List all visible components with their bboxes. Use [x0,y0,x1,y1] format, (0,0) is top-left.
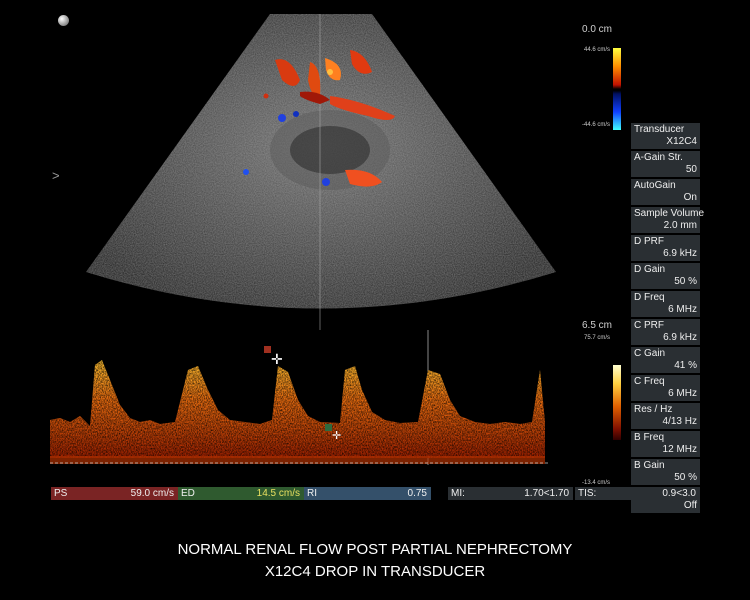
ed-marker [325,424,332,431]
param-value: 6.9 kHz [663,248,697,259]
param-d-gain: D Gain 50 % [631,263,700,290]
ed-cursor-icon[interactable]: ✛ [332,429,341,443]
param-d-freq: D Freq 6 MHz [631,291,700,318]
param-value: 50 % [674,472,697,483]
param-value: 41 % [674,360,697,371]
spectral-scale-max: 75.7 cm/s [583,335,610,341]
param-value: 6.9 kHz [663,332,697,343]
ri-value: 0.75 [407,488,427,499]
mi-value: 1.70<1.70 [524,488,569,499]
tis-value: 0.9<3.0 [662,488,696,499]
param-value: On [683,192,697,203]
param-value: 4/13 Hz [662,416,697,427]
caption-line-2: X12C4 DROP IN TRANSDUCER [264,563,486,580]
ps-marker [264,346,271,353]
spectral-color-bar [613,365,621,440]
ri-measurement: RI 0.75 [304,487,431,500]
param-autogain: AutoGain On [631,179,700,206]
parameter-panel: Transducer X12C4 A-Gain Str. 50 AutoGain On Sa… [631,123,705,515]
param-res-hz: Res / Hz 4/13 Hz [631,403,700,430]
param-value: 6 MHz [668,388,697,399]
param-c-prf: C PRF 6.9 kHz [631,319,700,346]
bmode-image [86,14,556,330]
param-label: C Gain [634,348,666,359]
param-a-gain-str: A-Gain Str. 50 [631,151,700,178]
param-value: 50 % [674,276,697,287]
param-label: A-Gain Str. [634,152,683,163]
pointer-icon: > [52,168,60,183]
color-scale-min: -44.6 cm/s [581,122,610,128]
param-label: D Gain [634,264,666,275]
caption-line-1: NORMAL RENAL FLOW POST PARTIAL NEPHRECTO… [177,541,573,558]
param-value: X12C4 [666,136,697,147]
param-label: D PRF [634,236,664,247]
param-value: 6 MHz [668,304,697,315]
mi-readout: MI: 1.70<1.70 [448,487,573,500]
param-c-gain: C Gain 41 % [631,347,700,374]
param-label: B Gain [634,460,665,471]
ed-measurement: ED 14.5 cm/s [178,487,304,500]
ed-label: ED [181,488,195,499]
param-label: Sample Volume [634,208,705,219]
ed-value: 14.5 cm/s [256,488,300,499]
depth-bottom-label: 6.5 cm [581,320,612,331]
depth-top-label: 0.0 cm [581,24,612,35]
ps-value: 59.0 cm/s [130,488,174,499]
param-sample-volume: Sample Volume 2.0 mm [631,207,705,234]
param-label: D Freq [634,292,665,303]
color-scale-bar [613,48,621,130]
param-label: C Freq [634,376,665,387]
param-value: 50 [685,164,697,175]
color-scale-max: 44.6 cm/s [583,47,610,53]
ri-label: RI [307,488,317,499]
param-label: Transducer [634,124,685,135]
ps-label: PS [54,488,68,499]
param-label: Res / Hz [634,404,673,415]
param-value: 2.0 mm [663,220,697,231]
ps-cursor-icon[interactable]: ✛ [271,352,283,366]
spectral-doppler [50,330,550,465]
param-b-freq: B Freq 12 MHz [631,431,700,458]
param-value: Off [683,500,697,511]
probe-orientation-icon [58,15,69,26]
mi-label: MI: [451,488,465,499]
param-transducer: Transducer X12C4 [631,123,700,150]
param-value: 12 MHz [662,444,697,455]
spectral-scale-min: -13.4 cm/s [581,480,610,486]
ps-measurement: PS 59.0 cm/s [51,487,178,500]
param-label: B Freq [634,432,665,443]
param-label: C PRF [634,320,664,331]
tis-readout: TIS: 0.9<3.0 [575,487,700,500]
param-b-gain: B Gain 50 % [631,459,700,486]
tis-label: TIS: [578,488,597,499]
param-label: AutoGain [634,180,676,191]
param-d-prf: D PRF 6.9 kHz [631,235,700,262]
param-c-freq: C Freq 6 MHz [631,375,700,402]
